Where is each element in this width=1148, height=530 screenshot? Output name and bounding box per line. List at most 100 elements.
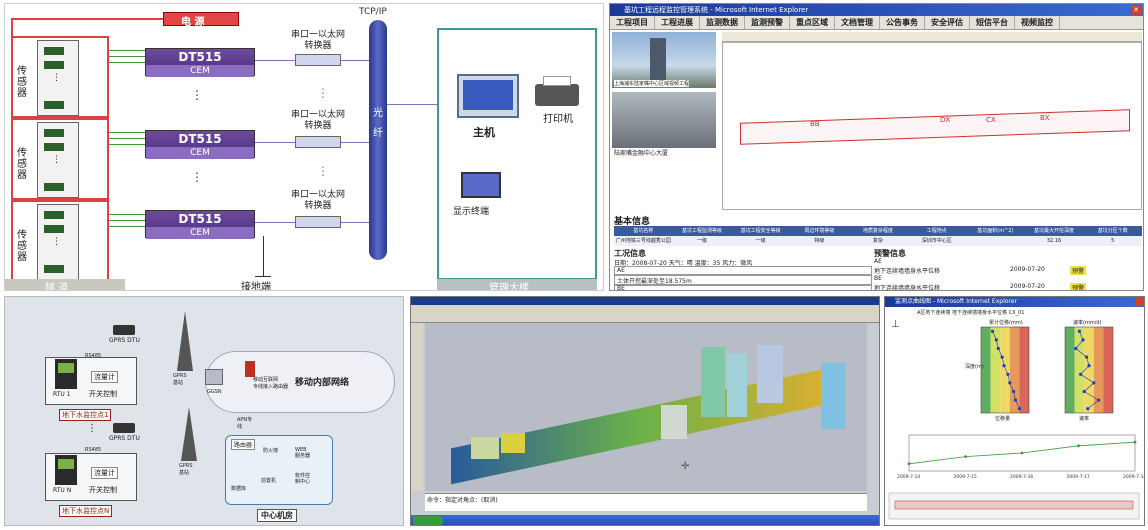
router-device bbox=[245, 361, 255, 377]
base-label: GPRS 基站 bbox=[173, 373, 187, 386]
table-header: 基坑最大开挖深度 bbox=[1034, 228, 1075, 234]
dt515-logger-3: DT515 CEM bbox=[145, 210, 255, 239]
rtu-screen bbox=[58, 363, 74, 373]
sensor bbox=[44, 225, 64, 233]
alert-status[interactable]: 预警 bbox=[1070, 283, 1087, 290]
rs485-label: RS485 bbox=[85, 447, 102, 453]
flow-label: 流量计 bbox=[91, 467, 118, 479]
site-photo-2[interactable] bbox=[612, 92, 716, 148]
work-row: AE bbox=[614, 266, 872, 275]
info-table-row: 广州地铁三号线越秀公园站工程 一级 一级 特级 复杂 深圳市中心区 32.16 … bbox=[614, 236, 1142, 246]
data-point bbox=[1133, 440, 1137, 444]
plan-toolbar bbox=[722, 32, 1142, 42]
data-point bbox=[996, 346, 1000, 351]
menu-item[interactable]: 短信平台 bbox=[970, 16, 1015, 29]
menu-item[interactable]: 视频监控 bbox=[1015, 16, 1060, 29]
table-cell: 深圳市中心区 bbox=[921, 238, 952, 244]
terminal-label: 显示终端 bbox=[453, 207, 490, 217]
profile-charts: 2009-7-14 2009-7-15 2009-7-16 2009-7-17 2009… bbox=[888, 326, 1144, 520]
alert-code: BE bbox=[874, 275, 882, 282]
sensor-group-1: 传感器 ⋮ bbox=[11, 36, 109, 118]
dt515-label: DT515 bbox=[178, 50, 222, 64]
alert-status[interactable]: 预警 bbox=[1070, 266, 1087, 275]
power-bus bbox=[11, 18, 163, 20]
rtu-label: RTU N bbox=[53, 487, 72, 494]
printer-paper bbox=[543, 76, 571, 86]
menu-item[interactable]: 工程进展 bbox=[655, 16, 700, 29]
link bbox=[341, 142, 371, 143]
link bbox=[255, 142, 295, 143]
link bbox=[109, 214, 145, 215]
building-block bbox=[501, 433, 525, 453]
menu-item[interactable]: 安全评估 bbox=[925, 16, 970, 29]
table-header: 基坑面积(m^2) bbox=[977, 228, 1014, 234]
data-point bbox=[1074, 346, 1078, 351]
printer-icon bbox=[535, 84, 579, 106]
apn-label: APN专 线 bbox=[237, 417, 253, 430]
tick-label: 2009-7-15 bbox=[954, 474, 977, 480]
sensor-column: ⋮ bbox=[37, 122, 79, 198]
menu-item[interactable]: 监测数据 bbox=[700, 16, 745, 29]
close-icon[interactable]: ✕ bbox=[1131, 5, 1141, 15]
tick-label: 2009-7-17 bbox=[1067, 474, 1090, 480]
link bbox=[341, 222, 371, 223]
ellipsis: ⋮ bbox=[317, 86, 329, 100]
zone-band bbox=[1084, 327, 1094, 413]
protocol-label: TCP/IP bbox=[359, 7, 387, 17]
sensor-column: ⋮ bbox=[37, 40, 79, 116]
table-header: 基坑分区个数 bbox=[1097, 228, 1128, 234]
sensor-group-3: 传感器 ⋮ bbox=[11, 200, 109, 282]
menu-item[interactable]: 文档管理 bbox=[835, 16, 880, 29]
ellipsis: ⋮ bbox=[191, 170, 203, 184]
building-block bbox=[661, 405, 687, 439]
ground-line bbox=[263, 236, 264, 276]
link bbox=[109, 226, 145, 227]
data-point bbox=[1000, 355, 1004, 359]
ground-line bbox=[255, 276, 271, 277]
zone-label: BX bbox=[1040, 114, 1050, 122]
sensor bbox=[44, 47, 64, 55]
link bbox=[109, 50, 145, 51]
start-button[interactable] bbox=[413, 516, 443, 525]
sensor-column: ⋮ bbox=[37, 204, 79, 280]
table-cell: 广州地铁三号线越秀公园站工程 bbox=[615, 238, 671, 244]
building-block bbox=[701, 347, 725, 417]
groundwater-network-diagram: RTU 1 流量计 开关控制 地下水监控点1 GPRS DTU RS485 ⋮ … bbox=[4, 296, 404, 526]
network-label: 移动内部网络 bbox=[295, 378, 350, 388]
link bbox=[109, 132, 145, 133]
sensor-label: 传感器 bbox=[17, 66, 27, 99]
menu-item[interactable]: 工程项目 bbox=[610, 16, 655, 29]
menu-item[interactable]: 重点区域 bbox=[790, 16, 835, 29]
backbone-label: 光纤 bbox=[373, 108, 383, 139]
sensor-label: 传感器 bbox=[17, 148, 27, 181]
alert-desc: 地下连续墙墙身水平位移 bbox=[874, 268, 941, 275]
building-block bbox=[471, 437, 499, 459]
table-header: 工程地点 bbox=[926, 228, 947, 234]
cem-label: CEM bbox=[146, 147, 254, 159]
management-building bbox=[437, 28, 597, 280]
power-label: 电 源 bbox=[181, 17, 205, 28]
alert-code: AE bbox=[874, 258, 882, 265]
main-menu: 工程项目 工程进展 监测数据 监测预警 重点区域 文档管理 公告事务 安全评估 … bbox=[610, 16, 1143, 30]
menu-item[interactable]: 监测预警 bbox=[745, 16, 790, 29]
table-header: 基坑工程安全等级 bbox=[740, 228, 781, 234]
data-point bbox=[1085, 355, 1089, 359]
menu-item[interactable]: 公告事务 bbox=[880, 16, 925, 29]
gprs-dtu-device bbox=[113, 325, 135, 335]
link bbox=[255, 60, 295, 61]
table-cell: 特级 bbox=[814, 238, 825, 244]
subplot-title: 速率(mm/d) bbox=[1073, 320, 1102, 326]
center-web: WEB 服务器 bbox=[295, 447, 311, 459]
table-header: 基坑工程监测等级 bbox=[682, 228, 723, 234]
converter-1 bbox=[295, 54, 341, 66]
table-cell: 5 bbox=[1111, 238, 1115, 244]
gprs-tower-icon bbox=[181, 407, 197, 461]
link bbox=[109, 62, 145, 63]
chart-window: 监测点曲线图 - Microsoft Internet Explorer A区地… bbox=[884, 296, 1145, 526]
data-point bbox=[1079, 372, 1083, 376]
dt515-logger-1: DT515 CEM bbox=[145, 48, 255, 77]
building-tower bbox=[650, 38, 666, 82]
ggsn-device bbox=[205, 369, 223, 385]
center-pc: 前置机 bbox=[261, 478, 277, 484]
dt515-label: DT515 bbox=[178, 212, 222, 226]
